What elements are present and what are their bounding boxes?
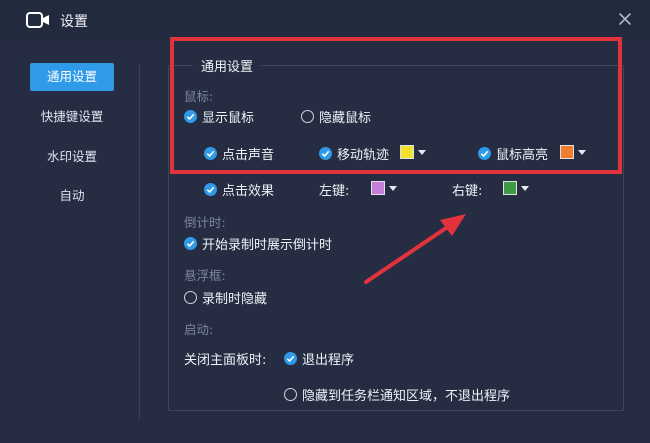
title-bar: 设置 [0,0,650,40]
hide-while-recording-option[interactable]: 录制时隐藏 [184,288,267,307]
sidebar-item-watermark[interactable]: 水印设置 [30,143,114,171]
highlight-box [170,37,622,174]
hide-while-recording-label: 录制时隐藏 [202,292,268,307]
annotation-arrow [364,214,466,284]
radio-unchecked-icon [184,291,197,304]
sidebar-item-general[interactable]: 通用设置 [30,63,114,91]
show-countdown-option[interactable]: 开始录制时展示倒计时 [184,234,332,253]
checked-icon [284,352,297,365]
floating-section-label: 悬浮框: [184,268,226,283]
radio-unchecked-icon [284,388,297,401]
close-panel-label: 关闭主面板时: [184,353,267,368]
window-title: 设置 [60,14,88,30]
close-icon[interactable] [616,10,634,28]
hide-to-tray-option[interactable]: 隐藏到任务栏通知区域，不退出程序 [284,385,510,404]
sidebar-item-shortcuts[interactable]: 快捷键设置 [30,103,114,131]
click-effect-option[interactable]: 点击效果 [204,180,274,199]
sidebar-item-auto[interactable]: 自动 [30,182,114,210]
checked-icon [184,237,197,250]
show-countdown-label: 开始录制时展示倒计时 [202,238,333,253]
exit-program-label: 退出程序 [302,353,355,368]
left-key-label: 左键: [319,184,350,199]
click-effect-label: 点击效果 [222,184,275,199]
exit-program-option[interactable]: 退出程序 [284,349,354,368]
countdown-section-label: 倒计时: [184,215,226,230]
chevron-down-icon [521,185,529,191]
startup-section-label: 启动: [184,322,214,337]
right-key-color-picker[interactable] [503,178,537,198]
video-camera-icon [26,12,49,28]
checked-icon [204,183,217,196]
hide-to-tray-label: 隐藏到任务栏通知区域，不退出程序 [302,389,511,404]
color-swatch [503,181,517,195]
sidebar-divider [139,64,140,420]
